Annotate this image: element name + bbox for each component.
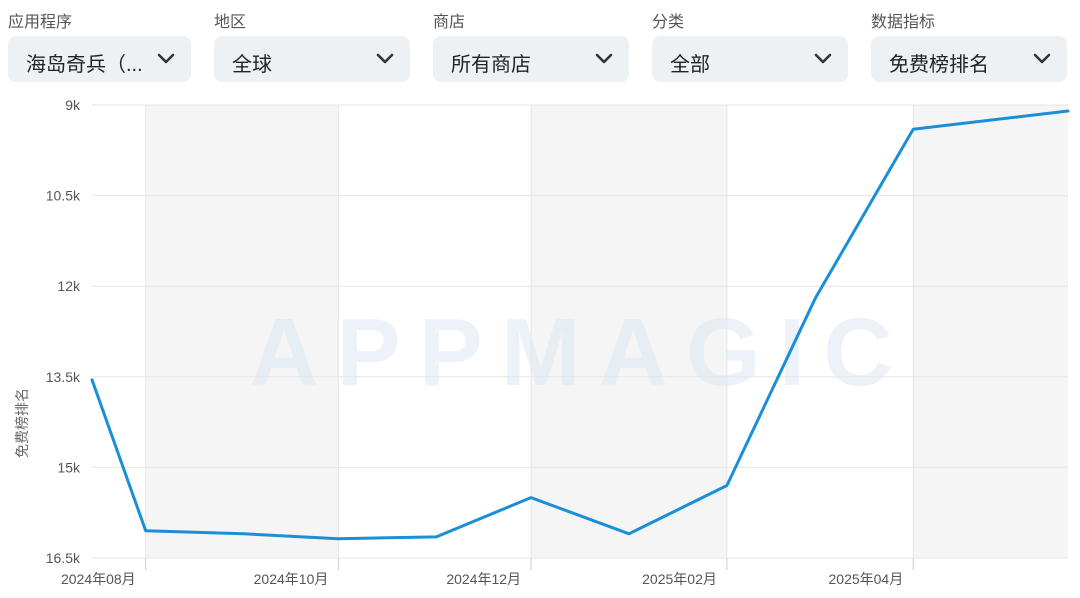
y-tick-label: 13.5k xyxy=(46,369,81,385)
y-tick-label: 9k xyxy=(65,97,81,113)
shaded-band-2 xyxy=(913,105,1068,558)
chevron-down-icon xyxy=(157,53,175,64)
category-select[interactable]: 全部 xyxy=(652,36,848,82)
filter-bar: 应用程序 海岛奇兵（... 地区 全球 商店 所有商店 分类 全部 数据指标 免… xyxy=(0,0,1080,90)
x-tick-label: 2024年12月 xyxy=(446,571,521,587)
watermark: APPMAGIC xyxy=(249,299,910,406)
filter-store-label: 商店 xyxy=(433,14,466,31)
store-select[interactable]: 所有商店 xyxy=(433,36,629,82)
region-select-value: 全球 xyxy=(232,54,272,76)
y-tick-label: 12k xyxy=(57,278,81,294)
category-select-value: 全部 xyxy=(670,54,710,76)
filter-metric-label: 数据指标 xyxy=(871,14,936,31)
chevron-down-icon xyxy=(814,53,832,64)
app-select-value: 海岛奇兵（... xyxy=(26,54,143,76)
x-tick-label: 2025年04月 xyxy=(829,571,904,587)
metric-select-value: 免费榜排名 xyxy=(889,54,989,76)
app-select[interactable]: 海岛奇兵（... xyxy=(8,36,191,82)
x-axis-ticks: 2024年08月 2024年10月 2024年12月 2025年02月 2025年04月 xyxy=(61,558,914,587)
chevron-down-icon xyxy=(1033,53,1051,64)
filter-category-label: 分类 xyxy=(652,14,685,31)
chevron-down-icon xyxy=(595,53,613,64)
filter-app-label: 应用程序 xyxy=(8,14,73,31)
y-tick-label: 10.5k xyxy=(46,188,81,204)
x-tick-label: 2025年02月 xyxy=(642,571,717,587)
y-axis-ticks: 9k 10.5k 12k 13.5k 15k 16.5k xyxy=(46,97,81,566)
y-tick-label: 15k xyxy=(57,459,81,475)
chevron-down-icon xyxy=(376,53,394,64)
x-tick-label: 2024年08月 xyxy=(61,571,136,587)
rank-chart: APPMAGIC 9k 10.5k 12k 13.5k 15k 16.5k 2024年08… xyxy=(14,97,1070,587)
y-tick-label: 16.5k xyxy=(46,550,81,566)
metric-select[interactable]: 免费榜排名 xyxy=(871,36,1067,82)
store-select-value: 所有商店 xyxy=(451,54,531,76)
x-tick-label: 2024年10月 xyxy=(254,571,329,587)
y-axis-label: 免费榜排名 xyxy=(14,388,30,458)
filter-region-label: 地区 xyxy=(214,14,247,31)
region-select[interactable]: 全球 xyxy=(214,36,410,82)
